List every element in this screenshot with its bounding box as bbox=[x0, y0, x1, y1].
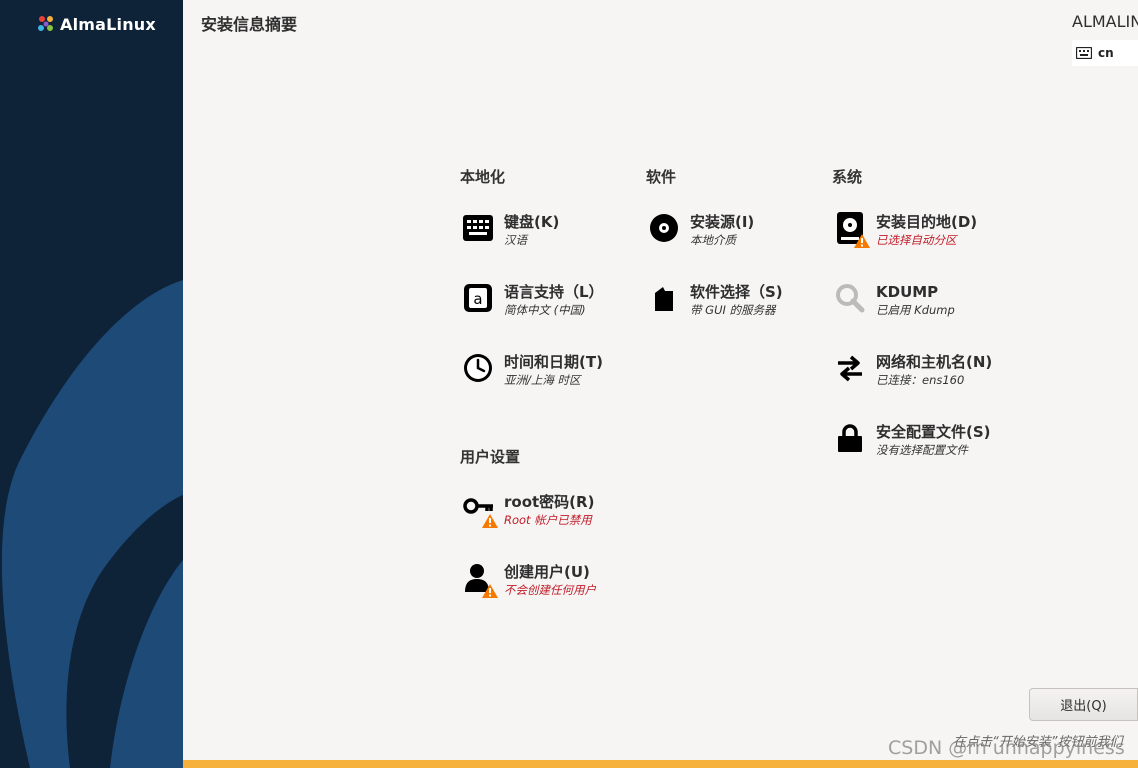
section-title-user-settings: 用户设置 bbox=[460, 448, 521, 466]
sidebar: AlmaLinux bbox=[0, 0, 183, 768]
disc-icon bbox=[650, 214, 678, 242]
spoke-status: 已启用 Kdump bbox=[876, 303, 955, 317]
keyboard-icon bbox=[1076, 47, 1092, 59]
spoke-name: 安全配置文件(S) bbox=[876, 423, 991, 441]
spoke-name: 键盘(K) bbox=[504, 213, 560, 231]
spoke-kdump[interactable]: KDUMP 已启用 Kdump bbox=[832, 280, 955, 318]
spoke-status: Root 帐户已禁用 bbox=[504, 513, 592, 527]
spoke-status: 简体中文 (中国) bbox=[504, 303, 586, 317]
section-title-localization: 本地化 bbox=[460, 168, 506, 186]
almalinux-logo-icon bbox=[38, 16, 53, 31]
spoke-installation-destination[interactable]: 安装目的地(D) 已选择自动分区 bbox=[832, 210, 977, 248]
spoke-security-profile[interactable]: 安全配置文件(S) 没有选择配置文件 bbox=[832, 420, 991, 458]
spoke-installation-source[interactable]: 安装源(I) 本地介质 bbox=[646, 210, 754, 248]
warning-icon bbox=[854, 234, 870, 248]
spoke-create-user[interactable]: 创建用户(U) 不会创建任何用户 bbox=[460, 560, 596, 598]
spoke-language-support[interactable]: a 语言支持（L） 简体中文 (中国) bbox=[460, 280, 604, 318]
spoke-name: 安装目的地(D) bbox=[876, 213, 978, 231]
spoke-status: 已选择自动分区 bbox=[876, 233, 957, 247]
spoke-status: 已连接：ens160 bbox=[876, 373, 965, 387]
page-title: 安装信息摘要 bbox=[201, 15, 298, 34]
spoke-name: KDUMP bbox=[876, 283, 939, 301]
quit-button[interactable]: 退出(Q) bbox=[1029, 688, 1138, 721]
section-title-system: 系统 bbox=[832, 168, 863, 186]
magnifier-icon bbox=[836, 284, 865, 313]
keyboard-icon bbox=[463, 215, 493, 241]
keyboard-layout-label: cn bbox=[1098, 46, 1114, 60]
keyboard-layout-indicator[interactable]: cn bbox=[1072, 40, 1138, 66]
sidebar-background-graphic bbox=[1, 280, 183, 768]
spoke-network-hostname[interactable]: 网络和主机名(N) 已连接：ens160 bbox=[832, 350, 992, 388]
spoke-name: root密码(R) bbox=[504, 493, 595, 511]
spoke-status: 不会创建任何用户 bbox=[504, 583, 596, 597]
language-icon: a bbox=[464, 284, 492, 312]
spoke-name: 网络和主机名(N) bbox=[876, 353, 993, 371]
logo-text: AlmaLinux bbox=[60, 14, 156, 34]
spoke-name: 创建用户(U) bbox=[504, 563, 590, 581]
warning-icon bbox=[482, 514, 498, 528]
lock-icon bbox=[838, 424, 862, 452]
almalinux-logo: AlmaLinux bbox=[36, 14, 156, 34]
package-icon bbox=[655, 287, 673, 311]
spoke-status: 带 GUI 的服务器 bbox=[690, 303, 776, 317]
spoke-root-password[interactable]: root密码(R) Root 帐户已禁用 bbox=[460, 490, 594, 528]
clock-icon bbox=[464, 354, 492, 382]
spoke-status: 亚洲/上海 时区 bbox=[504, 373, 581, 387]
spoke-keyboard[interactable]: 键盘(K) 汉语 bbox=[460, 210, 559, 248]
spoke-name: 语言支持（L） bbox=[504, 283, 604, 301]
spoke-status: 本地介质 bbox=[690, 233, 736, 247]
main-content: 安装信息摘要 ALMALINUX cn 本地化 键盘(K) 汉语 bbox=[183, 0, 1138, 768]
section-title-software: 软件 bbox=[646, 168, 677, 186]
product-title: ALMALINUX bbox=[1072, 12, 1138, 31]
spoke-name: 时间和日期(T) bbox=[504, 353, 603, 371]
spoke-status: 汉语 bbox=[504, 233, 527, 247]
warning-bar bbox=[183, 760, 1138, 768]
spoke-software-selection[interactable]: 软件选择（S) 带 GUI 的服务器 bbox=[646, 280, 783, 318]
spoke-name: 软件选择（S) bbox=[690, 283, 783, 301]
network-arrows-icon bbox=[838, 355, 862, 382]
spoke-status: 没有选择配置文件 bbox=[876, 443, 968, 457]
warning-icon bbox=[482, 584, 498, 598]
spoke-name: 安装源(I) bbox=[690, 213, 755, 231]
watermark: CSDN @rn unhappyiness bbox=[888, 737, 1125, 759]
spoke-time-date[interactable]: 时间和日期(T) 亚洲/上海 时区 bbox=[460, 350, 603, 388]
svg-text:a: a bbox=[473, 290, 482, 308]
